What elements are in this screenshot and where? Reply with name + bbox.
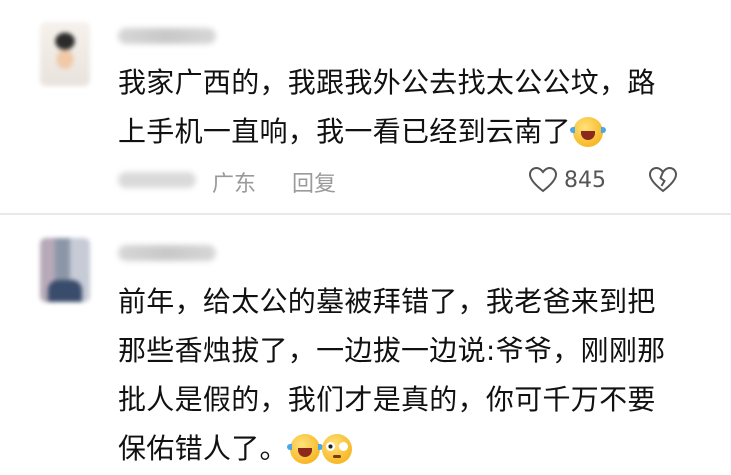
comment-line: 保佑错人了。	[118, 424, 703, 473]
broken-heart-icon	[648, 166, 678, 193]
avatar[interactable]	[40, 238, 90, 302]
laugh-cry-emoji	[569, 117, 606, 147]
username-blurred[interactable]	[118, 245, 216, 261]
comment-text: 前年，给太公的墓被拜错了，我老爸来到把 那些香烛拔了，一边拔一边说:爷爷，刚刚那…	[118, 277, 703, 473]
comment-line: 我家广西的，我跟我外公去找太公公坟，路	[118, 66, 656, 99]
timestamp-blurred	[118, 172, 196, 188]
location-label: 广东	[212, 172, 257, 197]
comment-meta: 广东 回复 845	[118, 166, 718, 197]
comment-item: 我家广西的，我跟我外公去找太公公坟，路 上手机一直响，我一看已经到云南了 广东 …	[0, 0, 731, 215]
comment-text: 我家广西的，我跟我外公去找太公公坟，路 上手机一直响，我一看已经到云南了	[118, 58, 703, 156]
like-count: 845	[564, 167, 606, 193]
laugh-cry-emoji	[286, 434, 323, 464]
comment-line: 前年，给太公的墓被拜错了，我老爸来到把	[118, 285, 656, 318]
comment-item: 前年，给太公的墓被拜错了，我老爸来到把 那些香烛拔了，一边拔一边说:爷爷，刚刚那…	[0, 215, 731, 475]
reply-button[interactable]: 回复	[292, 166, 336, 198]
heart-icon	[528, 166, 558, 193]
comment-line: 批人是假的，我们才是真的，你可千万不要	[118, 383, 656, 416]
comment-line: 那些香烛拔了，一边拔一边说:爷爷，刚刚那	[118, 334, 666, 367]
avatar[interactable]	[40, 22, 90, 86]
username-blurred[interactable]	[118, 28, 216, 44]
dislike-button[interactable]	[648, 166, 678, 194]
flushed-emoji	[321, 434, 352, 464]
comment-line: 上手机一直响，我一看已经到云南了	[118, 107, 703, 156]
like-button[interactable]: 845	[528, 166, 606, 194]
